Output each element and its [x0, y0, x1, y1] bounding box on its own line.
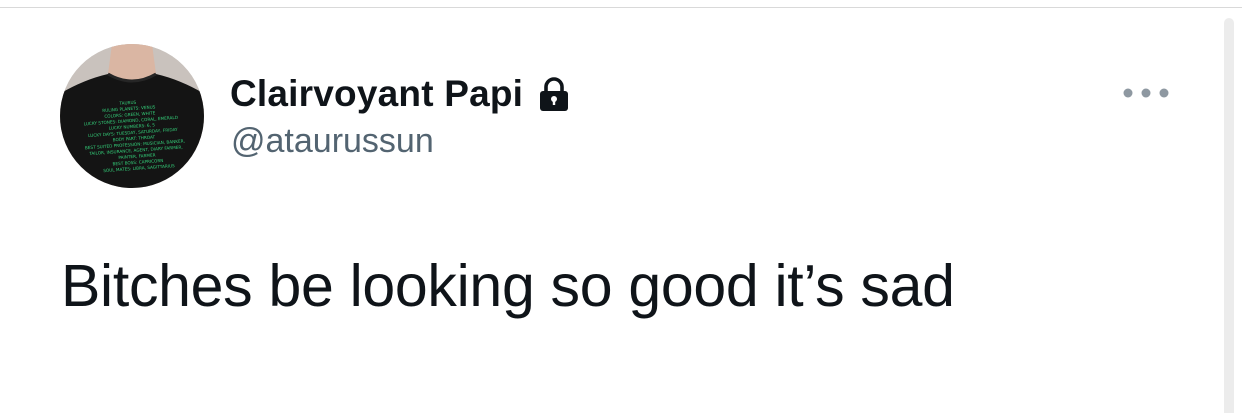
scrollbar[interactable]	[1224, 18, 1234, 413]
tweet-text: Bitches be looking so good it’s sad	[61, 253, 955, 319]
display-name[interactable]: Clairvoyant Papi	[230, 73, 523, 115]
top-divider	[0, 7, 1242, 8]
ellipsis-icon	[1123, 88, 1169, 98]
author-row: Clairvoyant Papi	[230, 70, 571, 118]
avatar-image: TAURUSRULING PLANETS: VENUSCOLORS: GREEN…	[60, 44, 204, 188]
author-handle[interactable]: @ataurussun	[231, 122, 434, 161]
tweet-screen: TAURUS RULING PLANETS: VENUS COLORS: GREEN…	[0, 0, 1242, 413]
avatar[interactable]: TAURUS RULING PLANETS: VENUS COLORS: GREEN…	[60, 44, 204, 188]
more-options-button[interactable]	[1118, 80, 1174, 106]
lock-icon	[537, 76, 571, 112]
